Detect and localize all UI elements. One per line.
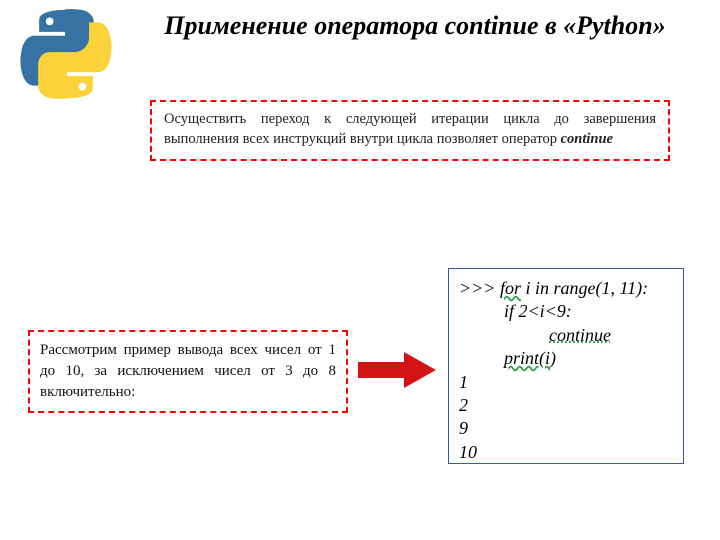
code-prompt: >>> [459,278,500,298]
code-l3-pad [459,325,549,345]
example-intro-box: Рассмотрим пример вывода всех чисел от 1… [28,330,348,413]
code-l1-rest: i in range(1, 11): [521,278,648,298]
code-out4: 10 [459,442,477,462]
code-l4-end: ) [550,348,556,368]
page-title: Применение оператора continue в «Python» [150,10,680,43]
code-kw-print: print(i [504,348,550,368]
python-logo-icon [18,6,114,102]
arrow-icon [358,352,436,388]
code-kw-for: for [500,278,521,298]
code-out3: 9 [459,418,468,438]
code-l2: if 2<i<9: [459,301,572,321]
definition-box: Осуществить переход к следующей итерации… [150,100,670,161]
code-kw-continue: continue [549,325,611,345]
code-l4-pad [459,348,504,368]
continue-keyword: continue [561,131,613,147]
code-block: >>> for i in range(1, 11): if 2<i<9: con… [448,268,684,464]
code-out2: 2 [459,395,468,415]
code-out1: 1 [459,372,468,392]
